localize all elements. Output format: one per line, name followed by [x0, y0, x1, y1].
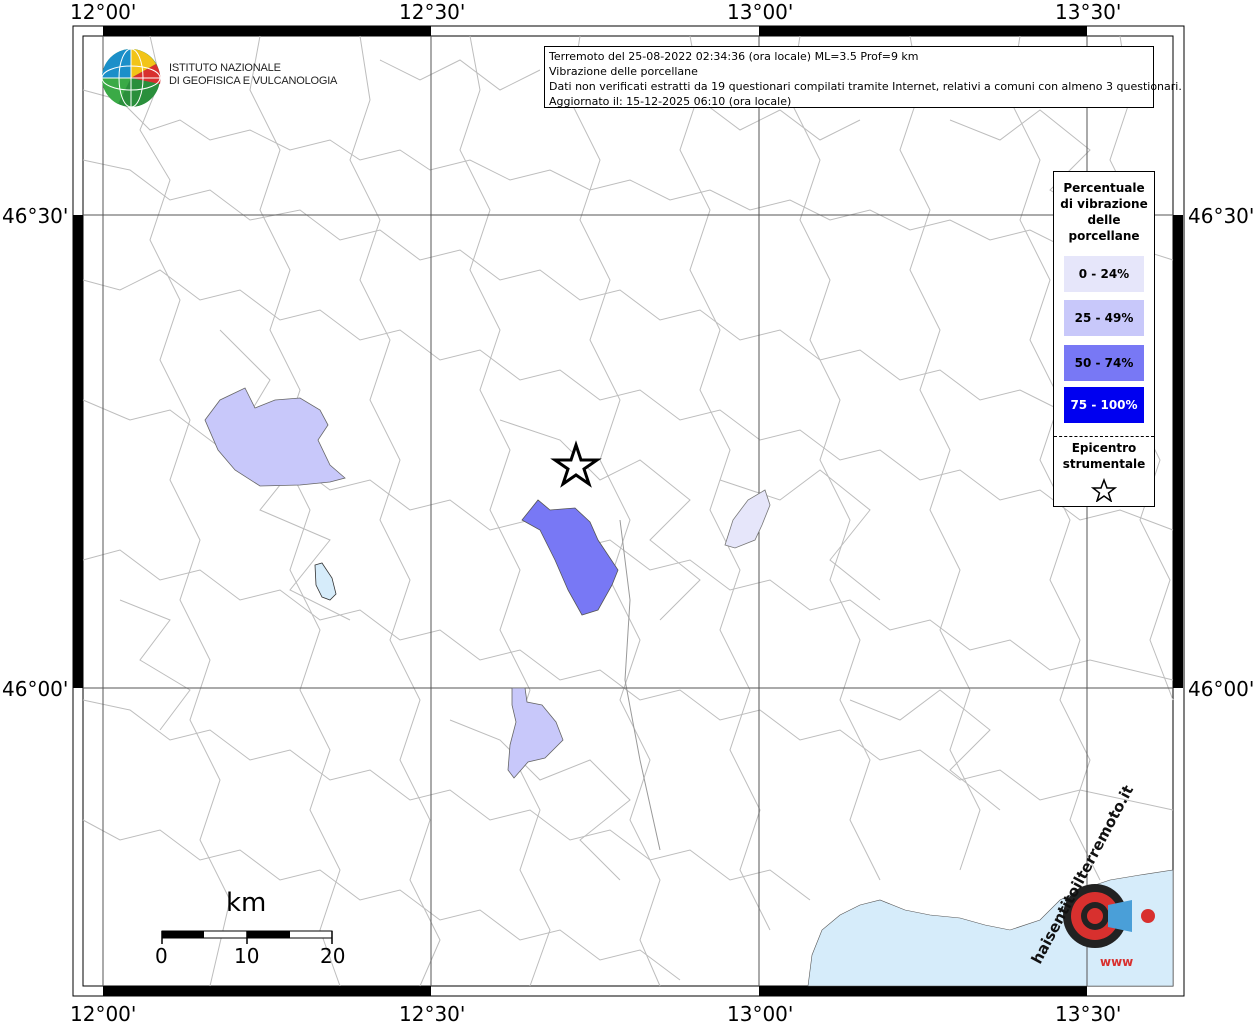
scale-tick-10: 10 [234, 944, 260, 968]
lat-label-left-4600: 46°00' [2, 677, 69, 701]
legend-epicenter-label: Epicentro strumentale [1062, 441, 1146, 471]
scale-unit-label: km [226, 888, 267, 918]
ingv-logo-text: ISTITUTO NAZIONALE DI GEOFISICA E VULCAN… [169, 62, 337, 88]
scale-tick-20: 20 [320, 944, 346, 968]
event-info-box: Terremoto del 25-08-2022 02:34:36 (ora l… [544, 46, 1182, 108]
legend-item-75-100: 75 - 100% [1064, 387, 1144, 423]
event-info-line2: Vibrazione delle porcellane [549, 65, 698, 78]
lon-label-bottom-1200: 12°00' [70, 1002, 137, 1026]
lat-label-right-4600: 46°00' [1188, 677, 1255, 701]
legend-separator [1054, 436, 1154, 437]
lon-label-top-1200: 12°00' [70, 0, 137, 24]
lat-label-right-4630: 46°30' [1188, 204, 1255, 228]
watermark-url: www [1100, 955, 1133, 969]
legend-epicenter-star-icon [1091, 478, 1117, 502]
legend-item-0-24: 0 - 24% [1064, 256, 1144, 292]
legend-item-50-74: 50 - 74% [1064, 345, 1144, 381]
event-info-line3: Dati non verificati estratti da 19 quest… [549, 80, 1182, 93]
ingv-logo-line2: DI GEOFISICA E VULCANOLOGIA [169, 75, 338, 87]
scale-tick-0: 0 [155, 944, 168, 968]
lon-label-bottom-1330: 13°30' [1055, 1002, 1122, 1026]
lon-label-top-1300: 13°00' [727, 0, 794, 24]
ingv-globe-icon [101, 48, 161, 108]
lon-label-top-1230: 12°30' [399, 0, 466, 24]
event-info-line4: Aggiornato il: 15-12-2025 06:10 (ora loc… [549, 95, 792, 108]
lon-label-top-1330: 13°30' [1055, 0, 1122, 24]
legend-title: Percentuale di vibrazione delle porcella… [1060, 181, 1148, 243]
lon-label-bottom-1230: 12°30' [399, 1002, 466, 1026]
event-info-line1: Terremoto del 25-08-2022 02:34:36 (ora l… [549, 50, 919, 63]
ingv-logo-line1: ISTITUTO NAZIONALE [169, 62, 281, 74]
legend: Percentuale di vibrazione delle porcella… [1053, 171, 1155, 507]
lat-label-left-4630: 46°30' [2, 204, 69, 228]
legend-item-25-49: 25 - 49% [1064, 300, 1144, 336]
map-canvas: haisentitoilterremoto.it www [72, 25, 1185, 997]
lon-label-bottom-1300: 13°00' [727, 1002, 794, 1026]
